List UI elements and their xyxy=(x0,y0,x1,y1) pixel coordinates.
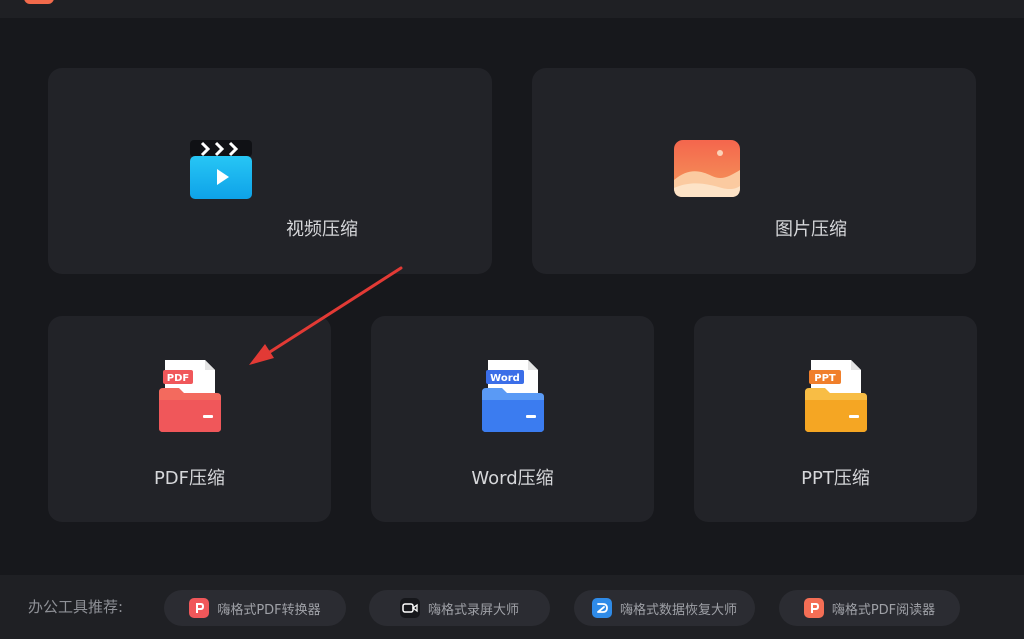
ppt-folder-icon: PPT xyxy=(804,360,867,432)
recommend-pdf-reader-label: 嗨格式PDF阅读器 xyxy=(831,602,936,618)
title-bar xyxy=(0,0,1024,18)
word-compress-card[interactable]: Word Word压缩 xyxy=(371,316,654,522)
video-compress-card[interactable]: 视频压缩 xyxy=(48,68,492,274)
recommend-pdf-reader[interactable]: 嗨格式PDF阅读器 xyxy=(779,590,960,626)
image-compress-title: 图片压缩 xyxy=(775,219,847,240)
pdf-folder-icon: PDF xyxy=(158,360,221,432)
word-badge: Word xyxy=(490,373,520,384)
word-compress-title: Word压缩 xyxy=(471,468,554,489)
pdf-reader-icon xyxy=(803,598,824,618)
pdf-compress-title: PDF压缩 xyxy=(153,468,226,489)
recommend-pdf-converter-label: 嗨格式PDF转换器 xyxy=(217,602,321,618)
pdf-converter-icon xyxy=(189,598,210,618)
pdf-compress-card[interactable]: PDF PDF压缩 xyxy=(48,316,331,522)
data-recovery-icon xyxy=(591,598,612,618)
ppt-compress-card[interactable]: PPT PPT压缩 xyxy=(694,316,977,522)
recommend-data-recovery-label: 嗨格式数据恢复大师 xyxy=(619,602,737,618)
video-compress-title: 视频压缩 xyxy=(286,219,358,240)
video-clapper-icon xyxy=(190,140,252,199)
screen-recorder-icon xyxy=(399,598,420,618)
ppt-compress-title: PPT压缩 xyxy=(801,468,870,489)
recommend-data-recovery[interactable]: 嗨格式数据恢复大师 xyxy=(574,590,755,626)
recommend-pdf-converter[interactable]: 嗨格式PDF转换器 xyxy=(164,590,346,626)
image-compress-card[interactable]: 图片压缩 xyxy=(532,68,976,274)
recommend-screen-recorder-label: 嗨格式录屏大师 xyxy=(427,602,519,618)
recommend-screen-recorder[interactable]: 嗨格式录屏大师 xyxy=(369,590,550,626)
pdf-badge: PDF xyxy=(166,373,188,384)
ppt-badge: PPT xyxy=(814,373,836,384)
app-logo-icon xyxy=(24,0,54,4)
image-landscape-icon xyxy=(674,140,740,197)
recommend-label: 办公工具推荐: xyxy=(28,598,124,616)
word-folder-icon: Word xyxy=(481,360,544,432)
recommend-bar: 办公工具推荐: 嗨格式PDF转换器 嗨格式录屏大师 嗨格式数据恢复大师 嗨格式P… xyxy=(0,575,1024,639)
